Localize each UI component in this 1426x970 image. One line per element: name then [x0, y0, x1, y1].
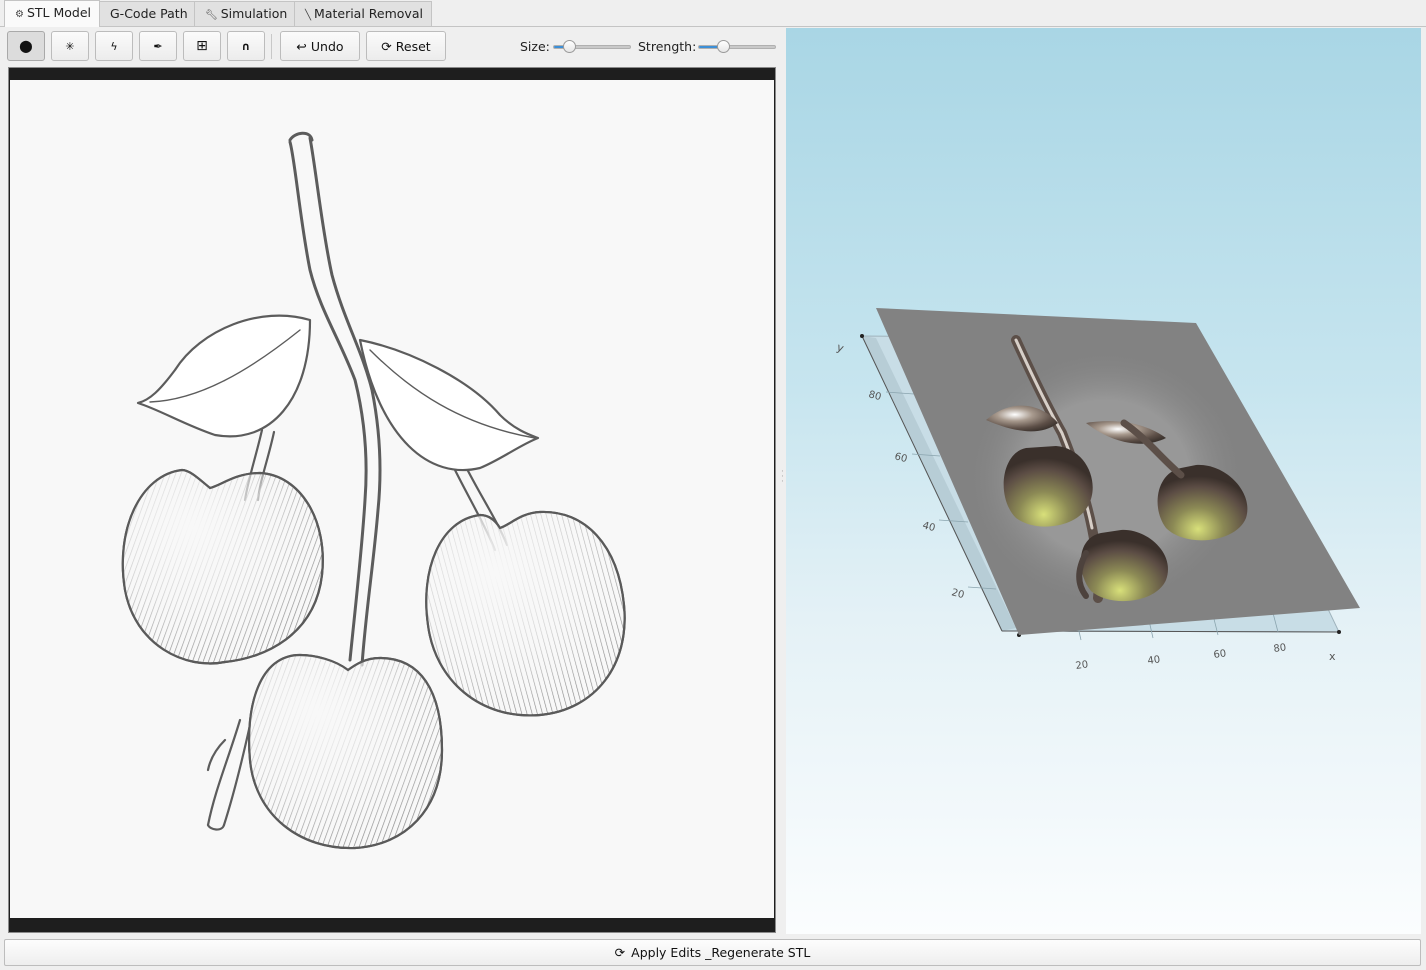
stl-3d-viewer[interactable]: 20 40 60 80 x 20 40 60 80 y [786, 28, 1421, 934]
reset-label: Reset [395, 38, 431, 54]
tab-stl-model[interactable]: ⚙ STL Model [4, 0, 100, 27]
sculpt-brush-button[interactable]: ϟ [95, 31, 133, 61]
sparkle-icon: ✳ [65, 39, 75, 53]
reset-icon: ⟳ [381, 38, 392, 54]
wrench-icon: 🔧︎ [205, 10, 218, 21]
magnet-tool-button[interactable]: ∩ [227, 31, 265, 61]
raise-brush-button[interactable]: ⬤ [7, 31, 45, 61]
y-axis-label: y [835, 341, 846, 356]
tab-label: Simulation [220, 6, 288, 21]
y-tick-label: 60 [893, 451, 908, 465]
pen-tool-button[interactable]: ✒ [139, 31, 177, 61]
x-tick-label: 80 [1273, 642, 1287, 655]
heightmap-canvas[interactable] [8, 67, 776, 933]
tab-simulation[interactable]: 🔧︎ Simulation [194, 1, 295, 26]
size-label: Size: [520, 39, 550, 54]
y-tick-label: 80 [867, 389, 882, 403]
strength-slider-handle[interactable] [717, 40, 731, 53]
strength-label: Strength: [638, 39, 697, 54]
cherry-sketch-image[interactable] [10, 80, 774, 918]
size-slider-handle[interactable] [563, 40, 577, 53]
lightning-icon: ϟ [110, 39, 118, 53]
apply-edits-label: Apply Edits _Regenerate STL [631, 945, 811, 960]
stl-3d-scene: 20 40 60 80 x 20 40 60 80 y [835, 308, 1360, 672]
y-tick-label: 40 [921, 520, 936, 534]
x-axis-label: x [1329, 650, 1336, 663]
undo-button[interactable]: ↩ Undo [280, 31, 360, 61]
smooth-brush-button[interactable]: ✳ [51, 31, 89, 61]
tab-gcode-path[interactable]: G-Code Path [99, 1, 195, 26]
splitter-handle[interactable]: · · · [781, 468, 785, 490]
tab-label: Material Removal [314, 6, 423, 21]
x-tick-label: 60 [1213, 648, 1227, 661]
knife-icon: ╲ [305, 10, 312, 21]
grid-icon: ⊞ [196, 38, 208, 54]
size-slider[interactable] [553, 40, 631, 53]
y-tick-label: 20 [950, 587, 965, 601]
reset-button[interactable]: ⟳ Reset [366, 31, 446, 61]
cube-icon: ⚙ [15, 9, 24, 20]
tab-bar: ⚙ STL Model G-Code Path 🔧︎ Simulation ╲ Mat… [0, 0, 1426, 27]
x-tick-label: 40 [1147, 654, 1161, 667]
strength-slider[interactable] [698, 40, 776, 53]
tab-material-removal[interactable]: ╲ Material Removal [294, 1, 432, 26]
magnet-icon: ∩ [241, 39, 251, 53]
x-tick-label: 20 [1075, 659, 1089, 672]
tab-label: G-Code Path [110, 6, 188, 21]
pen-icon: ✒ [153, 39, 163, 53]
tab-label: STL Model [26, 5, 92, 20]
grid-tool-button[interactable]: ⊞ [183, 31, 221, 61]
undo-icon: ↩ [296, 38, 307, 54]
filled-circle-icon: ⬤ [19, 39, 33, 53]
axis-endpoint [860, 334, 864, 338]
editor-toolbar: ⬤ ✳ ϟ ✒ ⊞ ∩ ↩ Undo ⟳ Reset Size: Strengt… [0, 28, 786, 66]
cherry-sketch-drawing [121, 131, 626, 850]
axis-endpoint [1337, 630, 1341, 634]
toolbar-separator [271, 34, 272, 59]
refresh-icon: ⟳ [614, 945, 626, 960]
undo-label: Undo [310, 38, 344, 54]
apply-edits-button[interactable]: ⟳ Apply Edits _Regenerate STL [4, 939, 1421, 966]
